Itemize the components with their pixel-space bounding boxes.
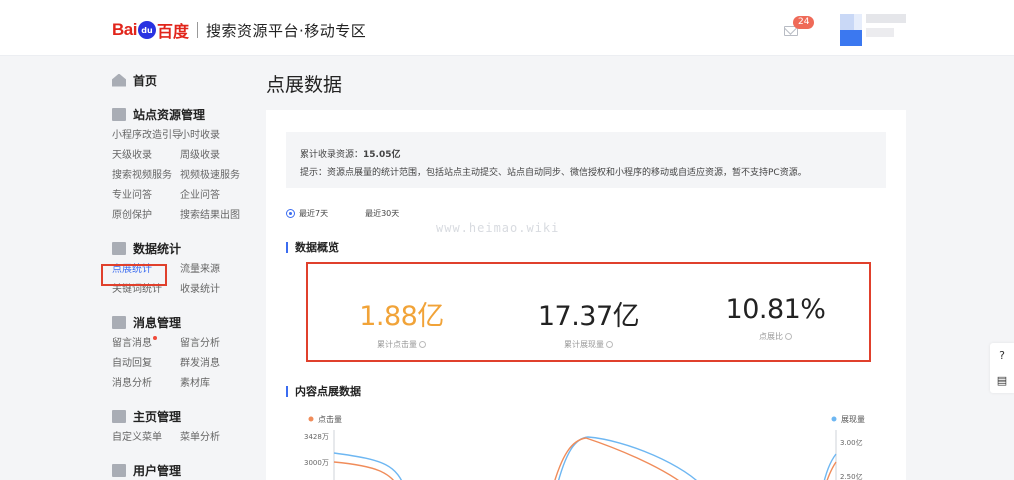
watermark: www.heimao.wiki xyxy=(436,221,560,235)
stat-total-impressions: 17.37亿 累计展现量 xyxy=(537,301,640,349)
sitemap-icon xyxy=(112,107,126,121)
total-index-value: 15.05亿 xyxy=(363,150,401,160)
user-icon xyxy=(112,463,126,477)
y-left-tick: 3000万 xyxy=(304,459,329,467)
platform-title: 搜索资源平台·移动专区 xyxy=(205,21,367,40)
main-card: 累计收录资源：15.05亿 提示：资源点展量的统计范围，包括站点主动提交、站点自… xyxy=(266,110,906,480)
unread-dot xyxy=(153,336,157,340)
sidebar-item-weekly-index[interactable]: 周级收录 xyxy=(180,148,252,164)
mail-badge: 24 xyxy=(793,16,815,29)
sidebar-item-hourly-index[interactable]: 小时收录 xyxy=(180,128,252,144)
help-icon[interactable]: ? xyxy=(990,343,1014,368)
sidebar-item-daily-index[interactable]: 天级收录 xyxy=(112,148,180,164)
right-float-toolbar: ? ▤ xyxy=(990,343,1014,393)
logo-text-bai: Bai xyxy=(112,20,137,39)
baidu-logo[interactable]: Bai du 百度 搜索资源平台·移动专区 xyxy=(112,18,366,42)
legend-clicks-label: 点击量 xyxy=(318,414,342,424)
legend-clicks-dot xyxy=(308,416,314,422)
grid-icon xyxy=(112,409,126,423)
sidebar-section-stats: 数据统计 xyxy=(112,238,252,258)
logo-paw-icon: du xyxy=(137,21,156,39)
sidebar-item-broadcast[interactable]: 群发消息 xyxy=(180,356,252,372)
stat-total-clicks: 1.88亿 累计点击量 xyxy=(359,301,444,349)
sidebar-item-miniprogram-guide[interactable]: 小程序改造引导 xyxy=(112,128,182,144)
range-selector: 最近7天 最近30天 xyxy=(286,208,399,219)
radio-30-days[interactable] xyxy=(352,209,362,218)
sidebar-item-index-stats[interactable]: 收录统计 xyxy=(180,282,252,298)
legend-impressions-label: 展现量 xyxy=(841,415,865,424)
y-left-tick: 3428万 xyxy=(304,433,329,441)
sidebar-item-traffic-source[interactable]: 流量来源 xyxy=(180,262,252,278)
y-right-tick: 3.00亿 xyxy=(840,438,863,447)
sidebar-item-comment-analysis[interactable]: 留言分析 xyxy=(180,336,252,352)
username-blurred[interactable] xyxy=(866,14,906,44)
sidebar-item-enterprise-qa[interactable]: 企业问答 xyxy=(180,188,252,204)
home-icon xyxy=(112,73,126,87)
series-impressions-line xyxy=(333,436,837,480)
y-right-tick: 2.50亿 xyxy=(840,472,863,480)
sidebar-item-home[interactable]: 首页 xyxy=(112,70,252,90)
logo-divider xyxy=(196,22,198,38)
logo-text-cn: 百度 xyxy=(156,22,189,41)
sidebar-item-video-fast[interactable]: 视频极速服务 xyxy=(180,168,252,184)
info-icon[interactable] xyxy=(419,341,426,348)
sidebar-item-material-library[interactable]: 素材库 xyxy=(180,376,252,392)
sidebar-item-original-protect[interactable]: 原创保护 xyxy=(112,208,180,224)
sidebar-item-custom-menu[interactable]: 自定义菜单 xyxy=(112,430,180,446)
info-icon[interactable] xyxy=(785,333,792,340)
notice-panel: 累计收录资源：15.05亿 提示：资源点展量的统计范围，包括站点主动提交、站点自… xyxy=(286,132,886,188)
overview-title: 数据概览 xyxy=(286,242,339,253)
stat-ctr: 10.81% 点展比 xyxy=(725,294,826,341)
series-clicks-line xyxy=(333,437,837,480)
top-header: Bai du 百度 搜索资源平台·移动专区 24 xyxy=(0,0,1014,56)
sidebar-item-result-image[interactable]: 搜索结果出图 xyxy=(180,208,252,224)
sidebar-section-homepage: 主页管理 xyxy=(112,406,252,426)
sidebar-item-message-analysis[interactable]: 消息分析 xyxy=(112,376,180,392)
sidebar-item-comment-messages[interactable]: 留言消息 xyxy=(112,336,180,352)
sidebar-item-pro-qa[interactable]: 专业问答 xyxy=(112,188,180,204)
feedback-icon[interactable]: ▤ xyxy=(990,368,1014,393)
sidebar-section-site-resources: 站点资源管理 xyxy=(112,104,252,124)
highlight-box-sidebar xyxy=(101,264,167,286)
chart-icon xyxy=(112,241,126,255)
notice-tip: 提示：资源点展量的统计范围，包括站点主动提交、站点自动同步、微信授权和小程序的移… xyxy=(300,168,807,178)
page-title: 点展数据 xyxy=(266,74,343,96)
sidebar-section-messages: 消息管理 xyxy=(112,312,252,332)
message-icon xyxy=(112,315,126,329)
overview-stats: 1.88亿 累计点击量 17.37亿 累计展现量 10.81% 点展比 xyxy=(306,262,871,362)
content-data-title: 内容点展数据 xyxy=(286,386,361,397)
info-icon[interactable] xyxy=(606,341,613,348)
sidebar-item-video-service[interactable]: 搜索视频服务 xyxy=(112,168,180,184)
sidebar-item-menu-analysis[interactable]: 菜单分析 xyxy=(180,430,252,446)
avatar[interactable] xyxy=(840,14,862,46)
sidebar-section-users: 用户管理 xyxy=(112,460,252,480)
total-index-label: 累计收录资源： xyxy=(300,150,364,160)
legend-impressions-dot xyxy=(831,416,837,422)
sidebar-item-auto-reply[interactable]: 自动回复 xyxy=(112,356,180,372)
radio-7-days[interactable] xyxy=(286,209,295,218)
click-impression-chart: 点击量 展现量 3428万 3000万 3.00亿 2.50亿 xyxy=(304,414,865,480)
